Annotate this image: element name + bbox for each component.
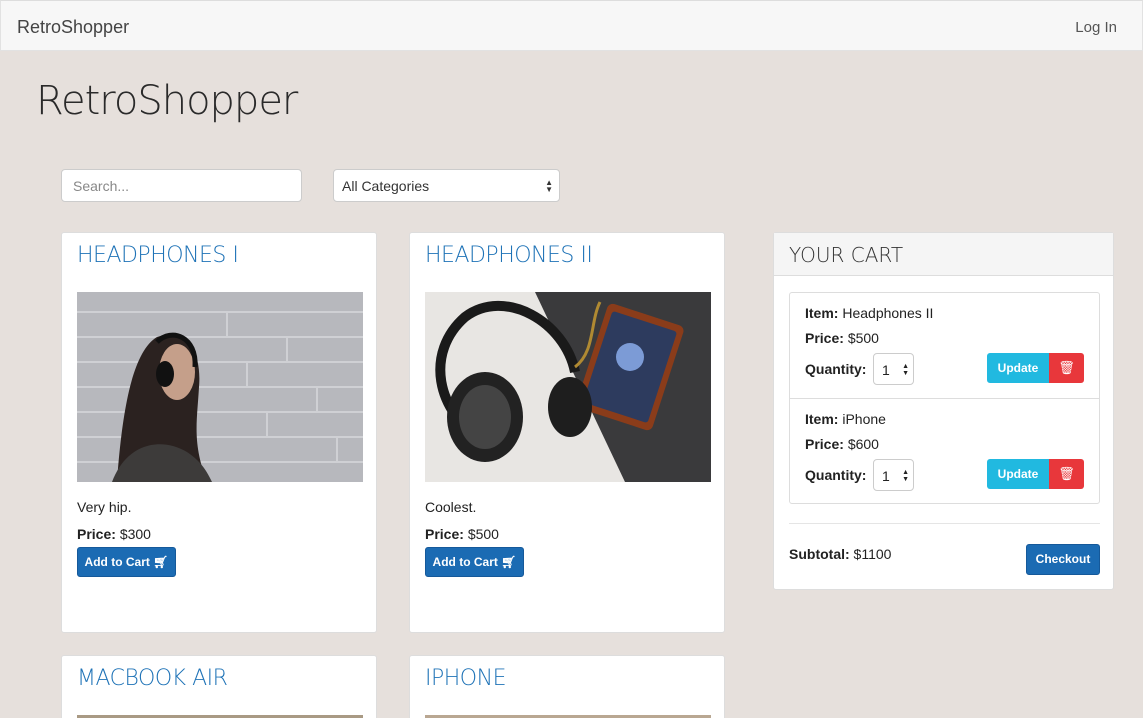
login-link[interactable]: Log In [1075,19,1117,36]
trash-icon: 🗑︎ [1058,360,1075,375]
product-card: IPHONE [409,655,725,718]
quantity-label: Quantity: [805,467,867,483]
update-button[interactable]: Update [987,459,1049,489]
cart-item-price: Price: $600 [805,436,879,452]
subtotal: Subtotal: $1100 [789,546,892,562]
add-to-cart-button[interactable]: Add to Cart 🛒︎ [425,547,524,577]
select-arrows-icon: ▲ ▼ [902,469,909,483]
cart-icon: 🛒︎ [501,555,517,569]
divider [789,523,1100,524]
product-card: HEADPHONES II Coolest. Price: $500 Add t… [409,232,725,633]
search-input[interactable] [61,169,302,202]
cart-icon: 🛒︎ [153,555,169,569]
product-title[interactable]: HEADPHONES I [77,243,239,268]
cart-panel: YOUR CART Item: Headphones II Price: $50… [773,232,1114,590]
cart-list: Item: Headphones II Price: $500 Quantity… [789,292,1100,504]
checkout-button[interactable]: Checkout [1026,544,1100,575]
category-select[interactable]: All Categories ▲ ▼ [333,169,560,202]
product-title[interactable]: HEADPHONES II [425,243,593,268]
navbar: RetroShopper Log In [0,0,1143,51]
product-card: HEADPHONES I Very hip. Price: $300 Add t… [61,232,377,633]
quantity-select[interactable]: 1 ▲ ▼ [873,459,914,491]
product-title[interactable]: MACBOOK AIR [77,666,228,691]
product-description: Very hip. [77,499,132,515]
select-arrows-icon: ▲ ▼ [545,178,553,194]
category-select-value: All Categories [342,178,430,194]
cart-item: Item: Headphones II Price: $500 Quantity… [790,293,1099,398]
page-title: RetroShopper [36,78,298,124]
cart-item-name: Item: iPhone [805,411,886,427]
product-image [77,292,363,482]
update-button[interactable]: Update [987,353,1049,383]
quantity-value: 1 [882,468,890,484]
cart-item-name: Item: Headphones II [805,305,934,321]
trash-icon: 🗑︎ [1058,466,1075,481]
product-price: Price: $500 [425,526,499,542]
product-title[interactable]: IPHONE [425,666,506,691]
navbar-brand[interactable]: RetroShopper [17,17,129,38]
select-arrows-icon: ▲ ▼ [902,363,909,377]
product-price: Price: $300 [77,526,151,542]
cart-title: YOUR CART [789,243,904,267]
product-card: MACBOOK AIR [61,655,377,718]
quantity-select[interactable]: 1 ▲ ▼ [873,353,914,385]
product-image [425,292,711,482]
cart-item-price: Price: $500 [805,330,879,346]
cart-item: Item: iPhone Price: $600 Quantity: 1 ▲ ▼ … [790,398,1099,503]
delete-button[interactable]: 🗑︎ [1049,353,1084,383]
quantity-label: Quantity: [805,361,867,377]
add-to-cart-button[interactable]: Add to Cart 🛒︎ [77,547,176,577]
product-description: Coolest. [425,499,477,515]
delete-button[interactable]: 🗑︎ [1049,459,1084,489]
quantity-value: 1 [882,362,890,378]
cart-header: YOUR CART [774,233,1113,276]
